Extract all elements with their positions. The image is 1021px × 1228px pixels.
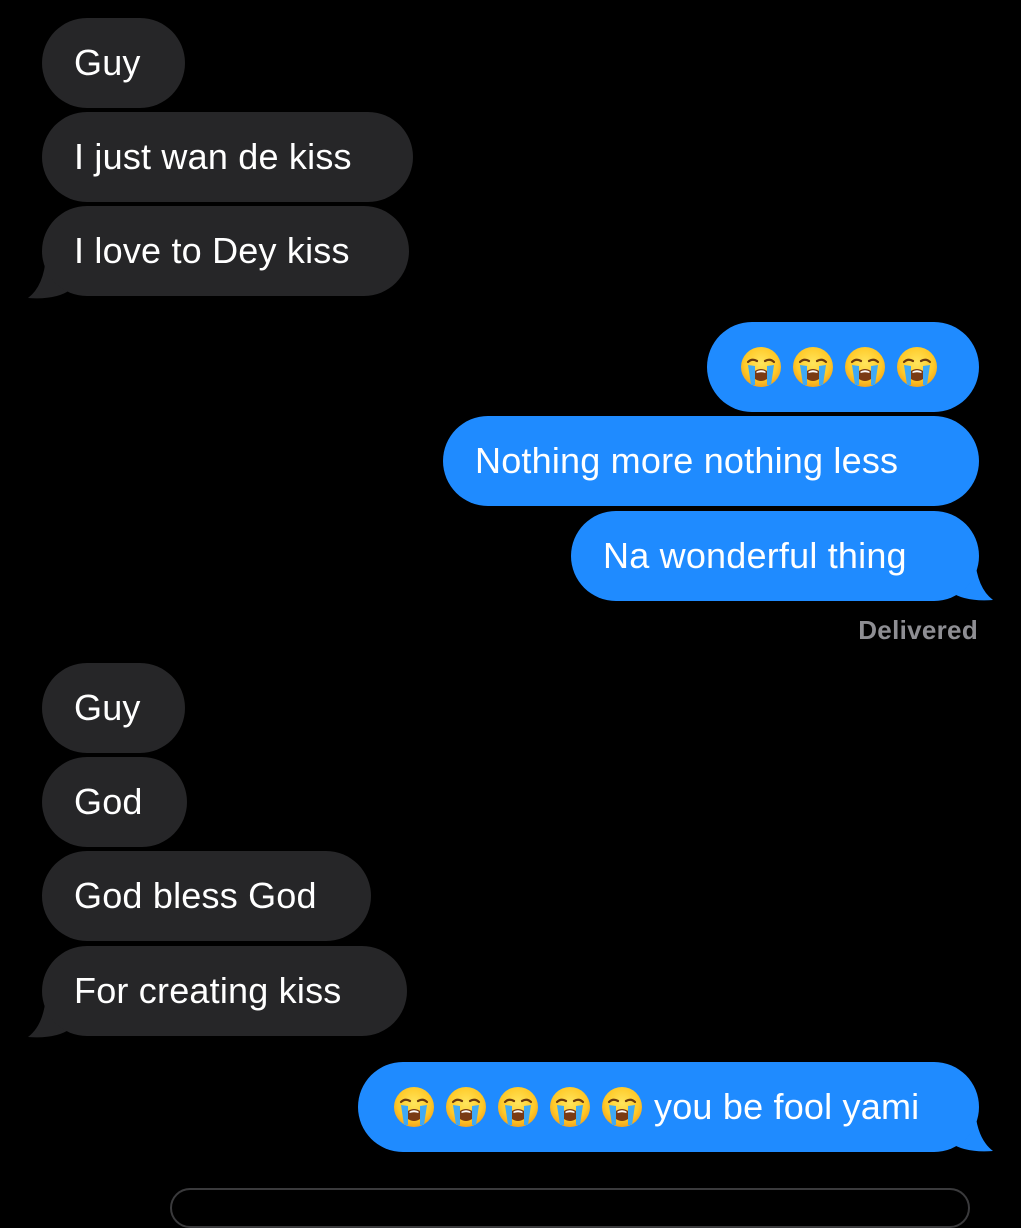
message-bubble-incoming[interactable]: I just wan de kiss (42, 112, 413, 202)
message-bubble-outgoing[interactable]: you be fool yami (358, 1062, 979, 1152)
message-thread: Guy I just wan de kiss I love to Dey kis… (0, 0, 1021, 1228)
loudly-crying-face-icon (600, 1085, 644, 1129)
loudly-crying-face-icon (392, 1085, 436, 1129)
loudly-crying-face-icon (895, 345, 939, 389)
message-input-field[interactable] (170, 1188, 970, 1228)
message-bubble-outgoing[interactable] (707, 322, 979, 412)
message-text: Nothing more nothing less (475, 440, 899, 481)
emoji-row: you be fool yami (392, 1085, 919, 1129)
message-text: God (74, 781, 143, 822)
message-bubble-outgoing[interactable]: Na wonderful thing (571, 511, 979, 601)
message-text: I love to Dey kiss (74, 230, 350, 271)
message-bubble-incoming[interactable]: God (42, 757, 187, 847)
message-text: Guy (74, 42, 141, 83)
message-bubble-incoming[interactable]: God bless God (42, 851, 371, 941)
message-text: I just wan de kiss (74, 136, 352, 177)
message-text: For creating kiss (74, 970, 342, 1011)
emoji-row (739, 345, 939, 389)
loudly-crying-face-icon (739, 345, 783, 389)
loudly-crying-face-icon (791, 345, 835, 389)
loudly-crying-face-icon (843, 345, 887, 389)
message-bubble-outgoing[interactable]: Nothing more nothing less (443, 416, 979, 506)
message-bubble-incoming[interactable]: Guy (42, 663, 185, 753)
message-bubble-incoming[interactable]: For creating kiss (42, 946, 407, 1036)
loudly-crying-face-icon (496, 1085, 540, 1129)
message-text: you be fool yami (654, 1086, 920, 1127)
message-bubble-incoming[interactable]: I love to Dey kiss (42, 206, 409, 296)
loudly-crying-face-icon (444, 1085, 488, 1129)
delivered-status: Delivered (858, 615, 978, 645)
message-text: Na wonderful thing (603, 535, 907, 576)
message-text: God bless God (74, 875, 317, 916)
loudly-crying-face-icon (548, 1085, 592, 1129)
message-text: Guy (74, 687, 141, 728)
message-bubble-incoming[interactable]: Guy (42, 18, 185, 108)
